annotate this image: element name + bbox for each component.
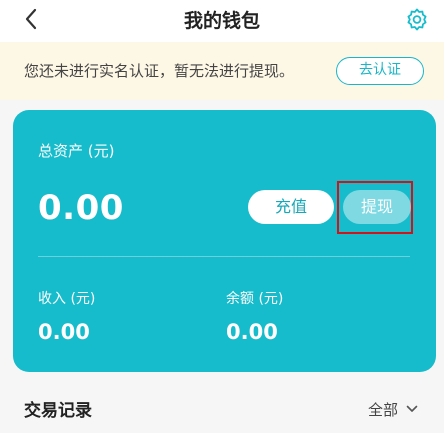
chevron-down-icon: [406, 405, 418, 413]
records-filter-dropdown[interactable]: 全部: [368, 398, 418, 420]
settings-button[interactable]: [402, 6, 432, 36]
wallet-page: 我的钱包 您还未进行实名认证，暂无法进行提现。 去认证 总资产 (元) 0.00…: [0, 0, 444, 433]
card-divider: [38, 256, 410, 257]
verify-button[interactable]: 去认证: [336, 57, 424, 85]
transaction-records-header: 交易记录 全部: [0, 384, 444, 433]
top-bar: 我的钱包: [0, 0, 444, 42]
balance-value: 0.00: [226, 320, 278, 344]
filter-label: 全部: [368, 400, 399, 419]
withdraw-highlight-box: [337, 181, 413, 234]
total-assets-value: 0.00: [38, 188, 124, 228]
verification-notice: 您还未进行实名认证，暂无法进行提现。 去认证: [0, 42, 444, 100]
income-label: 收入 (元): [38, 291, 96, 307]
notice-text: 您还未进行实名认证，暂无法进行提现。: [24, 62, 295, 80]
gear-icon: [405, 7, 429, 35]
recharge-button[interactable]: 充值: [248, 190, 334, 224]
records-title: 交易记录: [24, 401, 92, 421]
page-title: 我的钱包: [183, 10, 260, 32]
total-assets-label: 总资产 (元): [38, 142, 115, 160]
balance-label: 余额 (元): [226, 291, 284, 307]
income-value: 0.00: [38, 320, 90, 344]
wallet-card: 总资产 (元) 0.00 充值 提现 收入 (元) 0.00 余额 (元) 0.…: [13, 110, 436, 372]
